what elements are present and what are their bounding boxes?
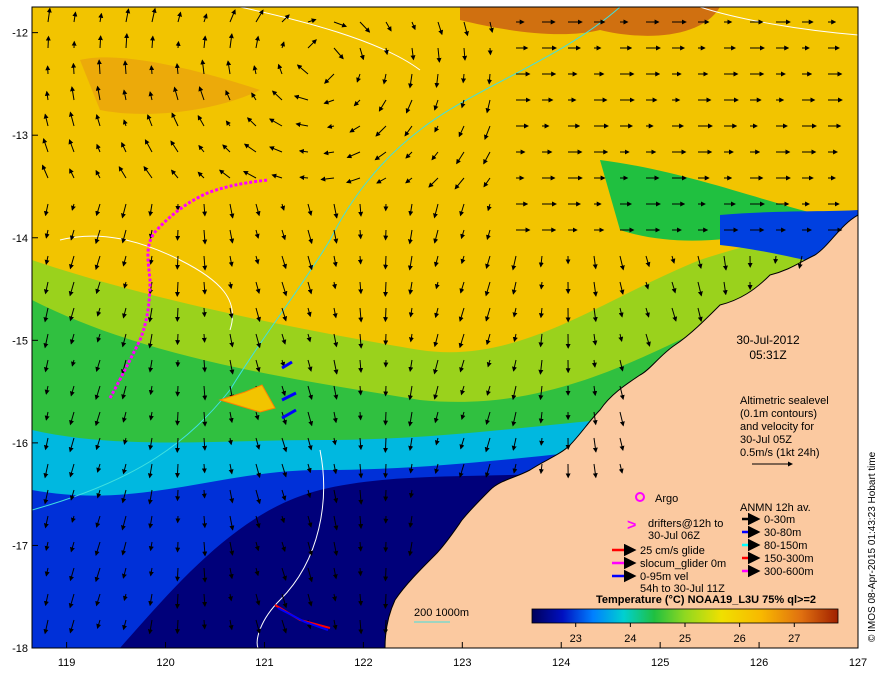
drifters-line: 30-Jul 06Z [648,530,700,542]
current-vector [201,333,207,343]
isobaths-label: 200 1000m [414,607,469,619]
anmn-label: 150-300m [764,553,814,565]
altimetry-line: (0.1m contours) [740,408,817,420]
current-vector [175,541,181,553]
plot-area [32,7,858,648]
current-vector [97,35,103,49]
current-vector [175,229,181,241]
current-vector [383,255,389,270]
current-vector [201,463,207,474]
current-vector [175,385,181,397]
anmn-label: 30-80m [764,527,801,539]
current-vector [175,567,181,582]
current-vector [383,281,389,297]
current-vector [201,307,207,318]
current-vector [357,255,363,265]
lat-tick-label: -14 [12,233,28,245]
current-vector [201,489,207,499]
current-vector [383,437,389,453]
colorbar-gradient [531,608,839,624]
current-vector [175,489,181,502]
slocum-label: slocum_glider 0m [640,558,726,570]
drifters-line: drifters@12h to [648,518,723,530]
current-vector [357,411,363,421]
current-vector [383,567,389,582]
date-label: 30-Jul-2012 [736,333,800,347]
time-label: 05:31Z [749,348,786,362]
colorbar-tick-label: 24 [624,633,636,645]
anmn-label: 0-30m [764,514,795,526]
current-vector [175,40,181,49]
current-vector [383,593,389,609]
current-vector [383,463,389,479]
current-vector [175,463,181,479]
lon-tick-label: 121 [255,657,273,669]
colorbar-title: Temperature (°C) NOAA19_L3U 75% ql>=2 [596,594,816,606]
lon-tick-label: 124 [552,657,570,669]
credit-label: © IMOS 08-Apr-2015 01:43:23 Hobart time [867,451,878,642]
altimetry-line: and velocity for [740,421,814,433]
lat-tick-label: -17 [12,540,28,552]
current-vector [175,307,181,322]
lon-tick-label: 119 [58,657,76,669]
current-vector [175,411,181,426]
lon-tick-label: 122 [354,657,372,669]
lat-tick-label: -16 [12,438,28,450]
lat-tick-label: -13 [12,130,28,142]
current-vector [71,62,77,75]
lon-tick-label: 126 [750,657,768,669]
anmn-label: 80-150m [764,540,807,552]
altimetry-line: Altimetric sealevel [740,395,829,407]
current-vector [357,567,363,577]
current-vector [175,333,181,346]
lon-tick-label: 125 [651,657,669,669]
lat-tick-label: -18 [12,643,28,655]
current-vector [149,65,155,75]
lon-tick-label: 123 [453,657,471,669]
drifter-icon: > [627,517,636,534]
current-vector [201,619,207,630]
altimetry-line: 0.5m/s (1kt 24h) [740,447,819,459]
colorbar-tick-label: 25 [679,633,691,645]
current-vector [357,229,363,240]
sst-map: 119 120 121 122 123 124 125 126 127 -12 -13 -14 -15… [12,6,878,669]
lon-tick-label: 120 [156,657,174,669]
lat-tick-label: -15 [12,335,28,347]
lon-tick-label: 127 [849,657,867,669]
anmn-label: 300-600m [764,566,814,578]
lat-tick-label: -12 [12,28,28,40]
anmn-title: ANMN 12h av. [740,502,811,514]
current-vector [175,255,181,270]
current-vector [383,619,389,635]
current-vector [175,619,181,635]
vel-line: 0-95m vel [640,571,688,583]
colorbar-tick-label: 23 [570,633,582,645]
colorbar-tick-label: 26 [734,633,746,645]
current-vector [383,411,389,426]
altimetry-line: 30-Jul 05Z [740,434,792,446]
glide-label: 25 cm/s glide [640,545,705,557]
colorbar-tick-label: 27 [788,633,800,645]
current-vector [45,35,51,49]
current-vector [383,307,389,323]
argo-label: Argo [655,493,678,505]
